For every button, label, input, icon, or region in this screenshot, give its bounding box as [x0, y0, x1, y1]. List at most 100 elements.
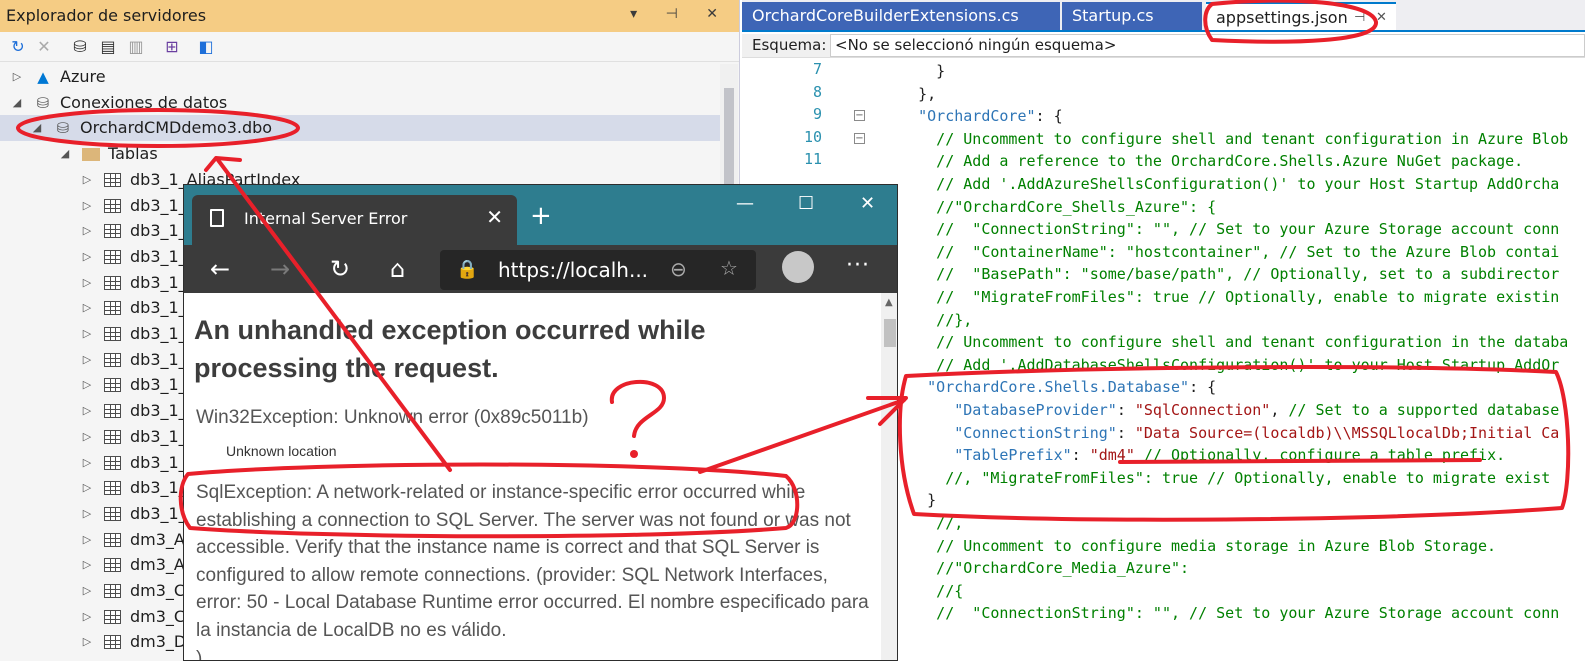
connect-server-icon[interactable]: ▤ — [98, 37, 118, 57]
address-url: https://localh... — [498, 258, 649, 282]
code-line: // Uncomment to configure shell and tena… — [882, 331, 1568, 353]
tree-node[interactable]: ◢ Tablas — [0, 141, 720, 167]
fold-toggle-icon[interactable]: − — [854, 132, 865, 144]
code-line: // "ConnectionString": "", // Set to you… — [882, 602, 1559, 624]
favorite-star-icon[interactable]: ☆ — [720, 256, 738, 280]
minimize-icon[interactable]: — — [736, 193, 754, 214]
browser-scrollbar[interactable]: ▲ — [881, 293, 897, 660]
tree-node[interactable]: ▷ ▲ Azure — [0, 64, 720, 90]
expand-arrow-icon[interactable]: ▷ — [80, 218, 94, 244]
code-line: // Uncomment to configure shell and tena… — [882, 128, 1568, 150]
code-token: : — [1035, 107, 1054, 126]
table-icon — [104, 224, 121, 239]
expand-arrow-icon[interactable]: ▷ — [80, 604, 94, 630]
tree-node[interactable]: ◢ ⛁ OrchardCMDdemo3.dbo — [0, 115, 720, 142]
tab-appsettings[interactable]: appsettings.json ⊣ ✕ — [1206, 2, 1396, 30]
expand-arrow-icon[interactable]: ▷ — [80, 398, 94, 424]
refresh-icon[interactable]: ↻ — [8, 37, 28, 57]
panel-window-buttons[interactable]: ▾ ⊣ ✕ — [630, 6, 730, 22]
code-line: //"OrchardCore_Media_Azure": — [882, 557, 1189, 579]
tree-node-label: OrchardCMDdemo3.dbo — [80, 118, 273, 138]
code-comment: // Add a reference to the OrchardCore.Sh… — [882, 152, 1524, 171]
code-token: , — [1270, 401, 1289, 419]
expand-arrow-icon[interactable]: ▷ — [80, 424, 94, 450]
close-tab-icon[interactable]: ✕ — [1376, 4, 1387, 32]
connect-database-icon[interactable]: ⛁ — [70, 37, 90, 57]
code-line: "ConnectionString": "Data Source=(locald… — [882, 422, 1559, 444]
expand-arrow-icon[interactable]: ▷ — [80, 450, 94, 476]
code-token: : — [1116, 423, 1135, 442]
exception-message: Win32Exception: Unknown error (0x89c5011… — [196, 407, 589, 428]
azure-subscription-icon[interactable]: ◧ — [196, 37, 216, 57]
tab-label: appsettings.json — [1216, 8, 1348, 27]
browser-tab[interactable]: Internal Server Error ✕ — [192, 195, 517, 245]
browser-tab-bar: Internal Server Error ✕ + — ☐ ✕ — [184, 185, 897, 245]
code-line: //, "MigrateFromFiles": true // Optional… — [882, 467, 1550, 489]
scrollbar-thumb[interactable] — [884, 319, 896, 347]
code-token: } — [882, 62, 946, 80]
more-menu-icon[interactable]: ··· — [846, 253, 870, 278]
server-explorer-toolbar: ↻ ✕ ⛁ ▤ ▥ ⊞ ◧ — [0, 32, 739, 62]
sharepoint-connection-icon[interactable]: ▥ — [126, 37, 146, 57]
database-icon: ⛁ — [56, 119, 70, 138]
collapse-arrow-icon[interactable]: ◢ — [10, 90, 24, 116]
tree-node[interactable]: ◢ ⛁ Conexiones de datos — [0, 90, 720, 116]
expand-arrow-icon[interactable]: ▷ — [10, 64, 24, 90]
stop-icon[interactable]: ✕ — [34, 37, 54, 57]
expand-arrow-icon[interactable]: ▷ — [80, 527, 94, 553]
expand-arrow-icon[interactable]: ▷ — [80, 552, 94, 578]
json-key: "OrchardCore" — [918, 107, 1036, 126]
profile-avatar[interactable] — [782, 251, 814, 283]
server-explorer-titlebar: Explorador de servidores ▾ ⊣ ✕ — [0, 0, 739, 32]
filter-icon[interactable]: ⊞ — [162, 37, 182, 57]
expand-arrow-icon[interactable]: ▷ — [80, 193, 94, 219]
tab-orchardcore-builder-extensions[interactable]: OrchardCoreBuilderExtensions.cs — [742, 2, 1060, 30]
expand-arrow-icon[interactable]: ▷ — [80, 372, 94, 398]
close-tab-icon[interactable]: ✕ — [486, 205, 503, 229]
table-icon — [104, 172, 121, 187]
home-icon[interactable]: ⌂ — [390, 255, 405, 283]
code-line: // "MigrateFromFiles": true // Optionall… — [882, 286, 1559, 308]
new-tab-icon[interactable]: + — [530, 201, 552, 231]
expand-arrow-icon[interactable]: ▷ — [80, 629, 94, 655]
data-connections-icon: ⛁ — [36, 93, 50, 112]
tab-label: OrchardCoreBuilderExtensions.cs — [752, 6, 1019, 25]
tab-startup[interactable]: Startup.cs — [1062, 2, 1202, 30]
expand-arrow-icon[interactable]: ▷ — [80, 167, 94, 193]
schema-bar: Esquema: <No se seleccionó ningún esquem… — [742, 34, 1585, 58]
maximize-icon[interactable]: ☐ — [798, 193, 814, 214]
tree-node-label: Conexiones de datos — [60, 92, 228, 112]
expand-arrow-icon[interactable]: ▷ — [80, 578, 94, 604]
expand-arrow-icon[interactable]: ▷ — [80, 321, 94, 347]
code-comment: // Add '.AddAzureShellsConfiguration()' … — [882, 175, 1560, 193]
folder-icon — [82, 148, 100, 162]
zoom-out-icon[interactable]: ⊖ — [670, 257, 687, 281]
table-icon — [104, 378, 121, 393]
browser-tab-title: Internal Server Error — [244, 209, 408, 228]
expand-arrow-icon[interactable]: ▷ — [80, 244, 94, 270]
table-icon — [104, 584, 121, 598]
expand-arrow-icon[interactable]: ▷ — [80, 475, 94, 501]
tab-label: Startup.cs — [1072, 6, 1154, 25]
expand-arrow-icon[interactable]: ▷ — [80, 347, 94, 373]
json-key: "TablePrefix" — [954, 446, 1072, 465]
table-icon — [104, 506, 121, 521]
back-icon[interactable]: ← — [210, 255, 230, 283]
table-icon — [104, 609, 121, 624]
code-area[interactable]: } }, "OrchardCore": { // Uncomment to co… — [882, 58, 1585, 661]
close-window-icon[interactable]: ✕ — [860, 193, 875, 214]
collapse-arrow-icon[interactable]: ◢ — [58, 141, 72, 167]
expand-arrow-icon[interactable]: ▷ — [80, 501, 94, 527]
expand-arrow-icon[interactable]: ▷ — [80, 295, 94, 321]
pin-icon[interactable]: ⊣ — [1354, 4, 1365, 32]
forward-icon[interactable]: → — [270, 255, 290, 283]
address-bar[interactable]: 🔒 https://localh... ⊖ ☆ — [440, 250, 756, 290]
reload-icon[interactable]: ↻ — [330, 255, 350, 283]
tree-node-label: Tablas — [108, 144, 158, 164]
expand-arrow-icon[interactable]: ▷ — [80, 270, 94, 296]
line-number: 11 — [803, 150, 822, 169]
collapse-arrow-icon[interactable]: ◢ — [30, 115, 44, 141]
schema-select[interactable]: <No se seleccionó ningún esquema> — [830, 34, 1585, 57]
fold-toggle-icon[interactable]: − — [854, 110, 865, 122]
scroll-up-icon[interactable]: ▲ — [885, 297, 893, 308]
